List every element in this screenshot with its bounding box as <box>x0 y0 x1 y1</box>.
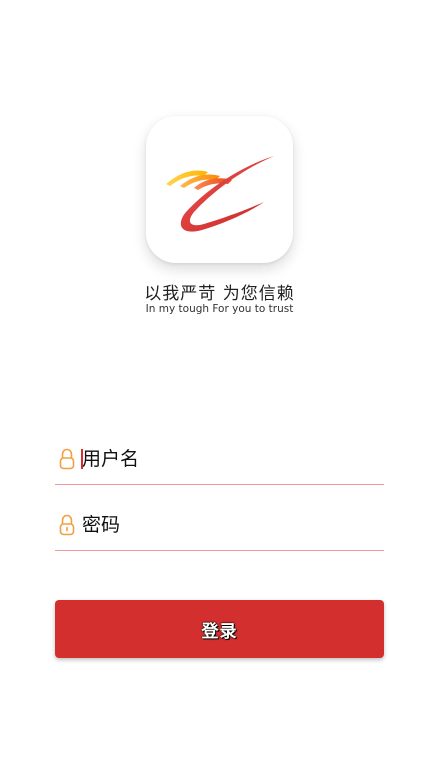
app-logo <box>146 116 293 263</box>
login-button-label: 登录 <box>201 621 238 642</box>
lock-icon <box>59 514 75 536</box>
username-field[interactable]: 用户名 <box>55 440 384 485</box>
username-input[interactable]: 用户名 <box>82 446 139 472</box>
slogan-english: In my tough For you to trust <box>145 303 294 315</box>
password-input[interactable]: 密码 <box>82 512 120 538</box>
lock-icon <box>59 448 75 470</box>
password-field[interactable]: 密码 <box>55 506 384 551</box>
slogan-chinese: 以我严苛 为您信赖 <box>144 284 295 304</box>
brand-logo-icon <box>166 156 274 232</box>
login-button[interactable]: 登录 <box>55 600 384 658</box>
